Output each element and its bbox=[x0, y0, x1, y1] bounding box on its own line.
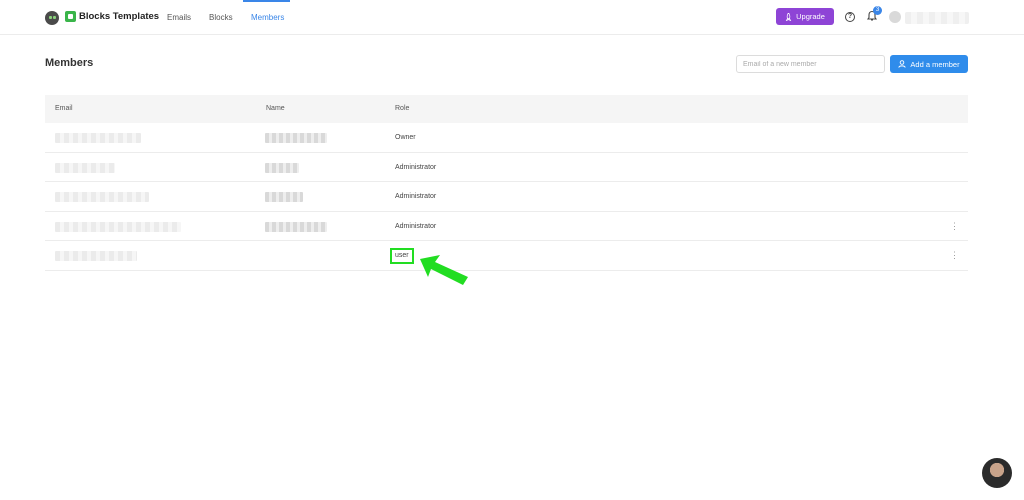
user-icon bbox=[898, 60, 907, 68]
upgrade-button[interactable]: Upgrade bbox=[776, 8, 834, 25]
help-icon[interactable]: ? bbox=[845, 12, 855, 22]
brand-icon bbox=[65, 11, 76, 22]
table-row: Administrator bbox=[45, 182, 968, 212]
new-member-email-input[interactable] bbox=[736, 55, 885, 73]
highlight-box bbox=[390, 248, 414, 264]
email-redacted bbox=[55, 221, 181, 232]
active-tab-indicator bbox=[243, 0, 290, 2]
role-value[interactable]: Administrator bbox=[395, 164, 436, 171]
tab-blocks[interactable]: Blocks bbox=[209, 13, 233, 22]
support-chat-avatar[interactable] bbox=[982, 458, 1012, 488]
table-row: Administrator ⋮ bbox=[45, 212, 968, 241]
email-redacted bbox=[55, 133, 141, 143]
column-header-email[interactable]: Email bbox=[55, 105, 73, 112]
role-value[interactable]: Administrator bbox=[395, 193, 436, 200]
add-member-label: Add a member bbox=[910, 59, 960, 69]
column-header-name[interactable]: Name bbox=[266, 105, 285, 112]
notification-count-badge: 3 bbox=[873, 6, 882, 15]
tab-members[interactable]: Members bbox=[251, 13, 284, 22]
row-menu-icon[interactable]: ⋮ bbox=[950, 221, 959, 231]
role-value: Owner bbox=[395, 134, 416, 141]
role-value[interactable]: Administrator bbox=[395, 223, 436, 230]
top-navigation: Blocks Templates Emails Blocks Members U… bbox=[0, 0, 1024, 35]
page-title: Members bbox=[45, 57, 94, 69]
user-name-redacted[interactable] bbox=[905, 12, 969, 24]
email-redacted bbox=[55, 251, 137, 261]
email-redacted bbox=[55, 162, 115, 173]
column-header-role[interactable]: Role bbox=[395, 105, 409, 112]
members-table: Email Name Role Owner Administrator Admi… bbox=[45, 95, 968, 271]
table-row: user ⋮ bbox=[45, 241, 968, 271]
name-redacted bbox=[265, 133, 327, 143]
name-redacted bbox=[265, 192, 303, 202]
workspace-logo-icon[interactable] bbox=[45, 11, 59, 25]
rocket-icon bbox=[785, 12, 792, 21]
table-header: Email Name Role bbox=[45, 95, 968, 123]
user-avatar[interactable] bbox=[889, 11, 901, 23]
email-redacted bbox=[55, 192, 149, 202]
name-redacted bbox=[265, 221, 327, 232]
pointer-arrow-icon bbox=[420, 255, 468, 285]
upgrade-label: Upgrade bbox=[796, 12, 825, 21]
table-row: Administrator bbox=[45, 153, 968, 182]
row-menu-icon[interactable]: ⋮ bbox=[950, 250, 959, 260]
add-member-button[interactable]: Add a member bbox=[890, 55, 968, 73]
name-redacted bbox=[265, 162, 299, 173]
tab-emails[interactable]: Emails bbox=[167, 13, 191, 22]
table-row: Owner bbox=[45, 123, 968, 153]
brand-name[interactable]: Blocks Templates bbox=[79, 11, 159, 22]
